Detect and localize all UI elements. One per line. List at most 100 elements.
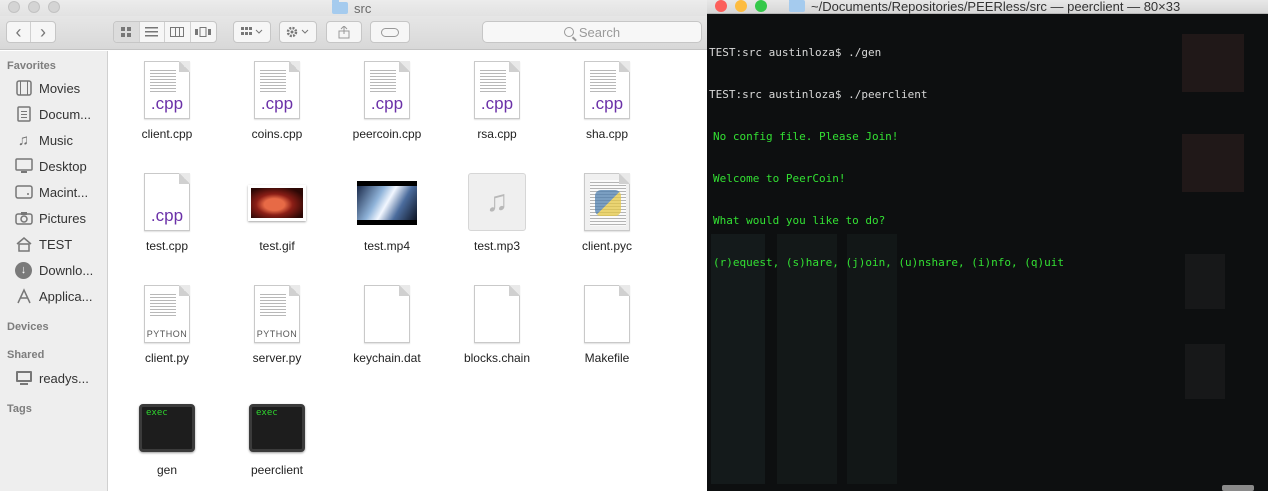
music-note-icon: ♫ xyxy=(17,131,30,149)
file-badge: .cpp xyxy=(150,206,184,225)
file-item[interactable]: blocks.chain xyxy=(442,275,552,387)
sidebar-item-music[interactable]: ♫ Music xyxy=(14,130,73,150)
view-mode-buttons xyxy=(113,21,217,43)
file-name: client.cpp xyxy=(141,127,193,141)
icon-view-button[interactable] xyxy=(114,22,140,42)
terminal-titlebar: ~/Documents/Repositories/PEERless/src — … xyxy=(707,0,1268,14)
tags-button[interactable] xyxy=(370,21,410,43)
sidebar-item-documents[interactable]: Docum... xyxy=(14,104,91,124)
file-badge: .cpp xyxy=(480,94,514,113)
sidebar-item-shared-computer[interactable]: readys... xyxy=(14,368,89,388)
sidebar-item-movies[interactable]: Movies xyxy=(14,78,80,98)
file-item[interactable]: keychain.dat xyxy=(332,275,442,387)
file-name: rsa.cpp xyxy=(477,127,517,141)
tag-icon xyxy=(381,27,399,37)
file-item[interactable]: .cpp client.cpp xyxy=(112,51,222,163)
file-badge: .cpp xyxy=(260,94,294,113)
file-name: keychain.dat xyxy=(353,351,421,365)
sidebar-item-label: Applica... xyxy=(39,288,93,304)
sidebar-item-label: Music xyxy=(39,132,73,148)
file-badge: exec xyxy=(146,408,168,418)
list-view-button[interactable] xyxy=(140,22,165,42)
applications-icon xyxy=(14,288,33,304)
search-placeholder: Search xyxy=(578,24,621,40)
documents-icon xyxy=(14,106,33,122)
sidebar-item-label: Desktop xyxy=(39,158,87,174)
file-name: coins.cpp xyxy=(251,127,303,141)
file-item[interactable]: test.gif xyxy=(222,163,332,275)
terminal-scrollbar[interactable] xyxy=(1222,485,1254,491)
file-name: test.gif xyxy=(259,239,295,253)
file-item[interactable]: .cpp sha.cpp xyxy=(552,51,662,163)
file-item[interactable]: .cpp coins.cpp xyxy=(222,51,332,163)
back-button[interactable]: ‹ xyxy=(7,22,32,42)
blank-document-icon xyxy=(472,285,522,345)
file-item[interactable]: ♫ test.mp3 xyxy=(442,163,552,275)
music-note-icon: ♫ xyxy=(468,173,526,231)
file-badge: .cpp xyxy=(370,94,404,113)
search-input[interactable]: Search xyxy=(482,21,702,43)
arrange-button[interactable] xyxy=(233,21,271,43)
sidebar-heading-tags: Tags xyxy=(7,403,32,415)
sidebar-item-applications[interactable]: Applica... xyxy=(14,286,92,306)
file-item[interactable]: test.mp4 xyxy=(332,163,442,275)
sidebar-item-pictures[interactable]: Pictures xyxy=(14,208,86,228)
home-icon xyxy=(14,236,33,252)
sidebar-item-label: Docum... xyxy=(39,106,92,122)
file-name: peerclient xyxy=(250,463,304,477)
file-item[interactable]: .cpp test.cpp xyxy=(112,163,222,275)
terminal-line: No config file. Please Join! xyxy=(713,130,899,143)
sidebar-heading-devices: Devices xyxy=(7,321,49,333)
terminal-line: Welcome to PeerCoin! xyxy=(713,172,846,185)
file-badge: .cpp xyxy=(590,94,624,113)
sidebar-item-downloads[interactable]: ↓ Downlo... xyxy=(14,260,93,280)
forward-button[interactable]: › xyxy=(31,22,55,42)
column-view-button[interactable] xyxy=(165,22,191,42)
file-badge: exec xyxy=(256,408,278,418)
terminal-title: ~/Documents/Repositories/PEERless/src — … xyxy=(789,0,1180,14)
search-icon xyxy=(563,27,574,37)
file-item[interactable]: .cpp peercoin.cpp xyxy=(332,51,442,163)
sidebar-item-desktop[interactable]: Desktop xyxy=(14,156,87,176)
finder-titlebar: src xyxy=(0,0,707,16)
cpp-file-icon: .cpp xyxy=(582,61,632,121)
file-name: sha.cpp xyxy=(585,127,629,141)
film-icon xyxy=(14,80,33,96)
file-item[interactable]: client.pyc xyxy=(552,163,662,275)
file-name: client.pyc xyxy=(581,239,633,253)
file-item[interactable]: Makefile xyxy=(552,275,662,387)
close-button[interactable] xyxy=(8,1,20,13)
file-item[interactable]: PYTHON client.py xyxy=(112,275,222,387)
executable-icon: exec xyxy=(139,397,195,457)
finder-window: src ‹ › Search Favorites Movies Docum...… xyxy=(0,0,707,491)
list-icon xyxy=(145,27,159,37)
sidebar-item-macintosh-hd[interactable]: Macint... xyxy=(14,182,88,202)
cpp-file-icon: .cpp xyxy=(142,61,192,121)
sidebar-heading-favorites: Favorites xyxy=(7,60,56,72)
sidebar-item-home[interactable]: TEST xyxy=(14,234,72,254)
file-name: Makefile xyxy=(584,351,630,365)
terminal-window[interactable]: ~/Documents/Repositories/PEERless/src — … xyxy=(707,0,1268,491)
blank-document-icon xyxy=(362,285,412,345)
navigation-buttons: ‹ › xyxy=(6,21,56,43)
download-icon: ↓ xyxy=(14,261,33,279)
zoom-button[interactable] xyxy=(48,1,60,13)
python-compiled-icon xyxy=(582,173,632,233)
drive-icon xyxy=(14,184,33,200)
action-button[interactable] xyxy=(279,21,317,43)
desktop-icon xyxy=(14,158,33,174)
file-item[interactable]: PYTHON server.py xyxy=(222,275,332,387)
minimize-button[interactable] xyxy=(28,1,40,13)
minimize-button[interactable] xyxy=(735,0,747,12)
terminal-output: TEST:src austinloza$ ./gen TEST:src aust… xyxy=(709,18,1064,298)
share-button[interactable] xyxy=(326,21,362,43)
file-item[interactable]: exec peerclient xyxy=(222,387,332,491)
camera-icon xyxy=(14,210,33,226)
sidebar: Favorites Movies Docum... ♫ Music Deskto… xyxy=(0,51,108,491)
file-item[interactable]: exec gen xyxy=(112,387,222,491)
file-name: gen xyxy=(156,463,178,477)
file-item[interactable]: .cpp rsa.cpp xyxy=(442,51,552,163)
coverflow-view-button[interactable] xyxy=(191,22,216,42)
zoom-button[interactable] xyxy=(755,0,767,12)
close-button[interactable] xyxy=(715,0,727,12)
